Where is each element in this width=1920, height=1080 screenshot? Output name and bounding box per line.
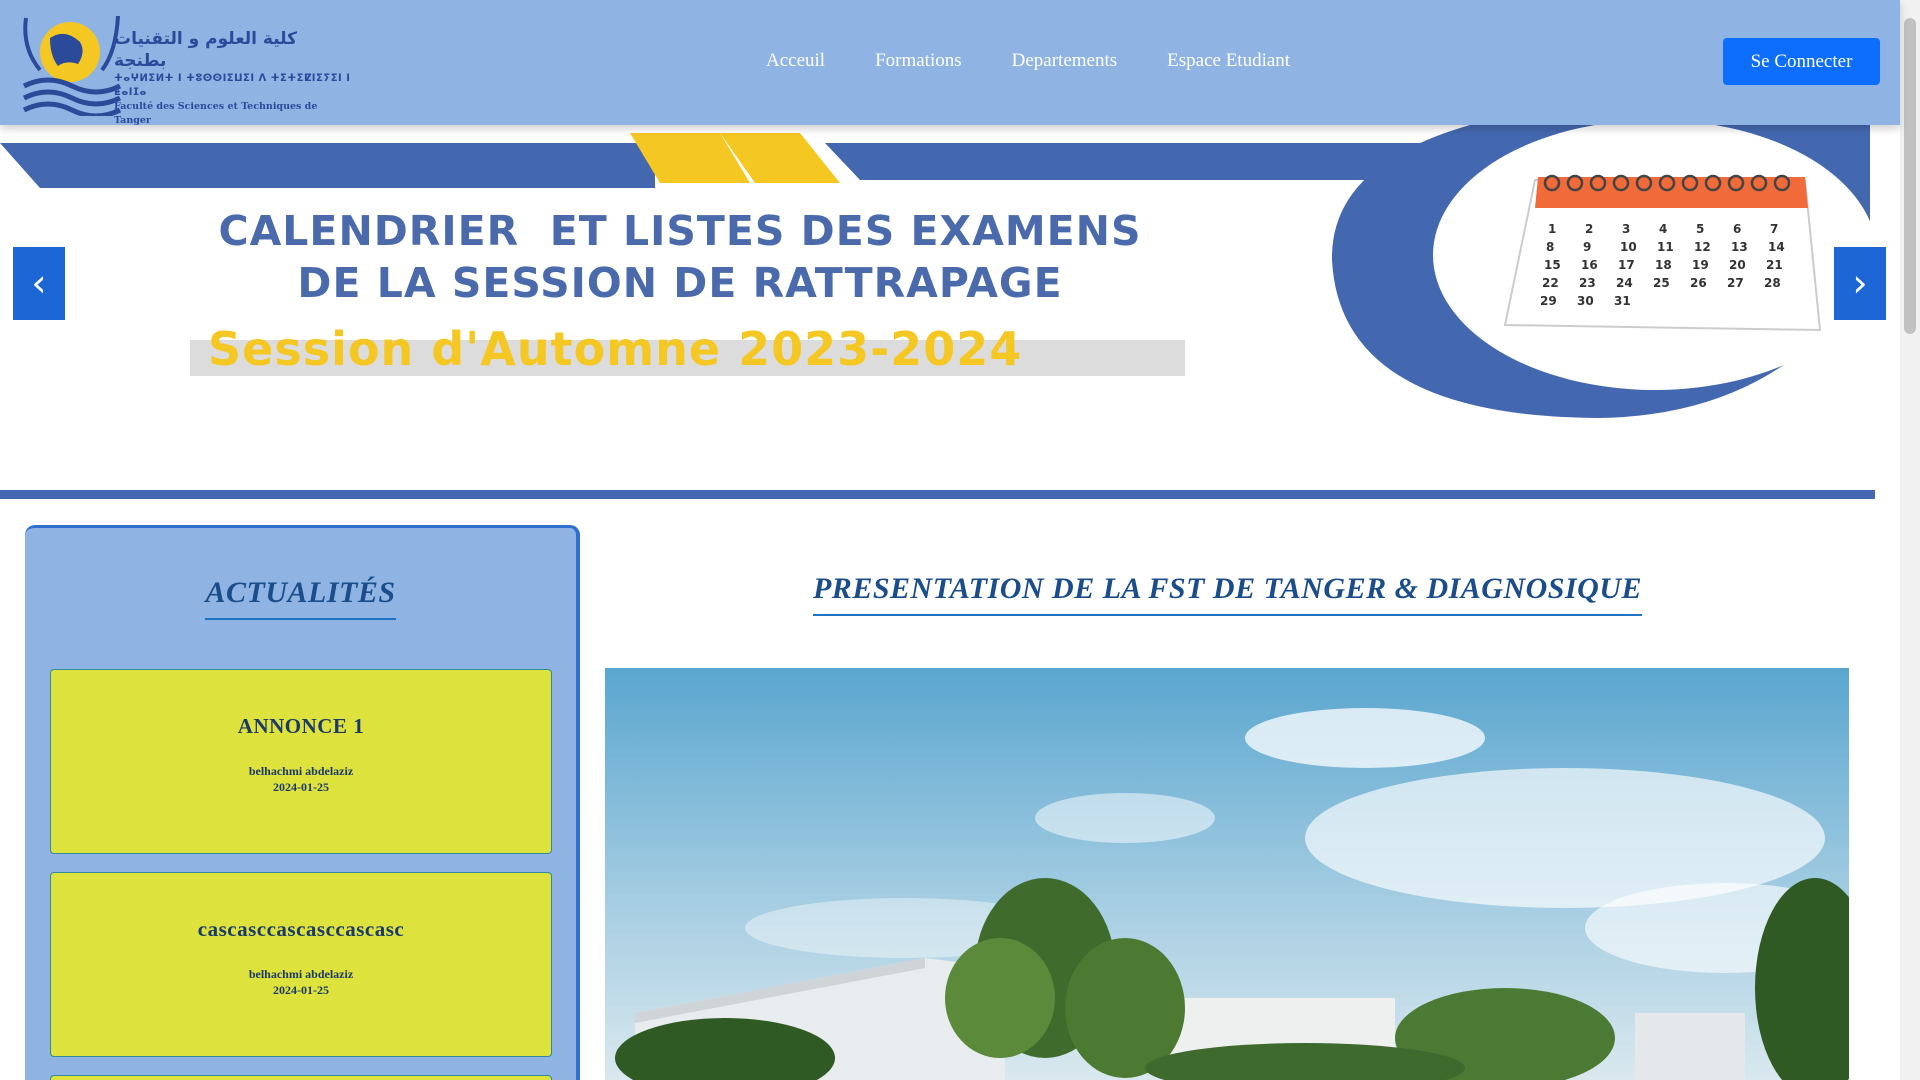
news-card[interactable] — [50, 1075, 552, 1080]
calendar-day: 29 — [1540, 294, 1557, 308]
calendar-day: 22 — [1542, 276, 1559, 290]
banner-divider — [0, 490, 1875, 499]
calendar-day: 15 — [1544, 258, 1561, 272]
calendar-day: 31 — [1614, 294, 1631, 308]
fst-emblem-icon — [22, 15, 122, 116]
news-card-title: cascasccascasccascasc — [197, 917, 405, 941]
logo-tifinagh-name: ⵜⴰⵖⵍⵉⵍⵜ ⵏ ⵜⵓⵙⵙⵏⵉⵡⵉⵏ ⴷ ⵜⵉⵜⵉⵇⵏⵉⵢⵉⵏ ⵏ ⵟⴰⵏⵊⴰ — [114, 73, 351, 98]
calendar-day: 2 — [1585, 222, 1593, 236]
carousel-next-button[interactable]: › — [1834, 247, 1886, 320]
banner-session-box: Session d'Automne 2023-2024 — [190, 322, 1185, 376]
presentation-title: PRESENTATION DE LA FST DE TANGER & DIAGN… — [812, 572, 1642, 616]
campus-photo — [605, 668, 1849, 1080]
nav-acceuil[interactable]: Acceuil — [766, 50, 825, 72]
calendar-day: 30 — [1577, 294, 1594, 308]
banner-title-line2: DE LA SESSION DE RATTRAPAGE — [297, 259, 1063, 307]
site-header: كلية العلوم و التقنيات بطنجة ⵜⴰⵖⵍⵉⵍⵜ ⵏ ⵜ… — [0, 0, 1900, 126]
news-card-date: 2024-01-25 — [273, 983, 329, 997]
calendar-day: 28 — [1764, 276, 1781, 290]
calendar-day: 13 — [1731, 240, 1748, 254]
news-card-author: belhachmi abdelaziz — [248, 967, 354, 981]
nav-departements[interactable]: Departements — [1012, 50, 1118, 72]
calendar-day: 8 — [1546, 240, 1554, 254]
calendar-day: 4 — [1659, 222, 1667, 236]
news-card-title: ANNONCE 1 — [237, 714, 365, 738]
logo-french-name: Faculté des Sciences et Techniques de Ta… — [114, 101, 318, 126]
calendar-day: 6 — [1733, 222, 1741, 236]
scrollbar-thumb[interactable] — [1904, 18, 1916, 334]
calendar-day: 18 — [1655, 258, 1672, 272]
calendar-day: 17 — [1618, 258, 1635, 272]
calendar-day: 26 — [1690, 276, 1707, 290]
page-scrollbar[interactable] — [1900, 0, 1920, 1080]
banner-title-line1: CALENDRIER ET LISTES DES EXAMENS — [218, 207, 1142, 255]
calendar-day: 23 — [1579, 276, 1596, 290]
news-card[interactable]: ANNONCE 1 belhachmi abdelaziz 2024-01-25 — [50, 669, 552, 854]
calendar-day: 14 — [1768, 240, 1785, 254]
calendar-day: 20 — [1729, 258, 1746, 272]
logo-arabic-name: كلية العلوم و التقنيات بطنجة — [114, 29, 297, 71]
calendar-day: 9 — [1583, 240, 1591, 254]
calendar-day: 21 — [1766, 258, 1783, 272]
banner-session-text: Session d'Automne 2023-2024 — [208, 322, 1023, 376]
actualites-panel: ACTUALITÉS ANNONCE 1 belhachmi abdelaziz… — [25, 525, 580, 1080]
banner-graphic: 1 2 3 4 5 6 78 9 10 11 12 13 1415 16 17 18 19 20 2122 23 24 2… — [0, 125, 1875, 418]
banner-title: CALENDRIER ET LISTES DES EXAMENS DE LA S… — [80, 205, 1280, 309]
calendar-day: 5 — [1696, 222, 1704, 236]
main-nav: Acceuil Formations Departements Espace E… — [766, 50, 1290, 72]
logo-text: كلية العلوم و التقنيات بطنجة ⵜⴰⵖⵍⵉⵍⵜ ⵏ ⵜ… — [114, 28, 354, 128]
calendar-day: 24 — [1616, 276, 1633, 290]
calendar-day: 1 — [1548, 222, 1556, 236]
calendar-day: 27 — [1727, 276, 1744, 290]
calendar-day: 16 — [1581, 258, 1598, 272]
news-card-author: belhachmi abdelaziz — [248, 764, 354, 778]
calendar-day: 7 — [1770, 222, 1778, 236]
calendar-day: 11 — [1657, 240, 1674, 254]
calendar-day: 3 — [1622, 222, 1630, 236]
actualites-title: ACTUALITÉS — [205, 576, 396, 620]
fst-tanger-logo[interactable]: كلية العلوم و التقنيات بطنجة ⵜⴰⵖⵍⵉⵍⵜ ⵏ ⵜ… — [20, 8, 350, 126]
campus-photo-graphic — [605, 668, 1849, 1080]
nav-espace-etudiant[interactable]: Espace Etudiant — [1167, 50, 1290, 72]
calendar-day: 12 — [1694, 240, 1711, 254]
calendar-day: 19 — [1692, 258, 1709, 272]
news-card-date: 2024-01-25 — [273, 780, 329, 794]
carousel-prev-button[interactable]: ‹ — [13, 247, 65, 320]
login-button[interactable]: Se Connecter — [1723, 38, 1880, 85]
calendar-day: 25 — [1653, 276, 1670, 290]
banner-carousel: 1 2 3 4 5 6 7 8 9 10 11 12 13 14 15 16 17 18 19 20 21 22 23 24 2… — [0, 125, 1875, 500]
calendar-day: 10 — [1620, 240, 1637, 254]
nav-formations[interactable]: Formations — [875, 50, 962, 72]
news-card[interactable]: cascasccascasccascasc belhachmi abdelazi… — [50, 872, 552, 1057]
